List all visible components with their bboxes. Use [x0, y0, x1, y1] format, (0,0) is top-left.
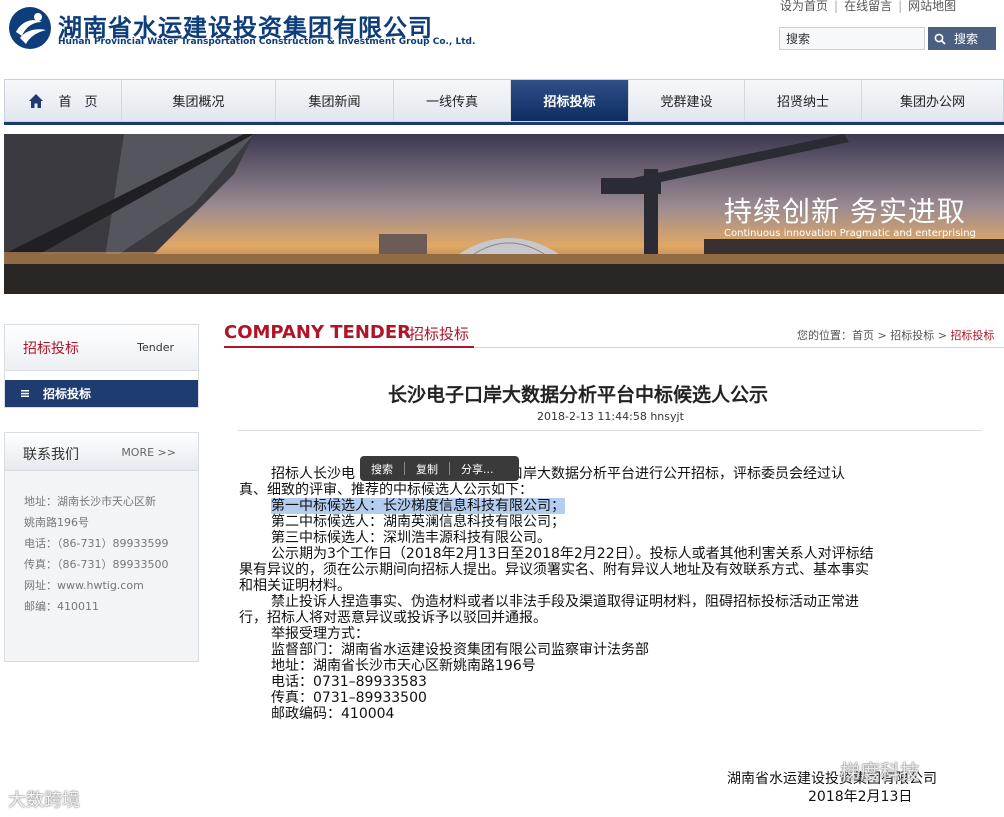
sidebar-contact-title: 联系我们: [23, 447, 79, 463]
breadcrumb-tender[interactable]: 招标投标: [890, 329, 934, 342]
sidebar-tender-box: 招标投标 Tender 招标投标: [4, 324, 199, 408]
body-text-part: 招标人长沙电: [271, 466, 355, 482]
popup-search-button[interactable]: 搜索: [360, 461, 404, 477]
popup-copy-button[interactable]: 复制: [405, 461, 449, 477]
article-divider: [238, 430, 982, 431]
nav-item-label: 集团概况: [172, 95, 225, 110]
nav-item-label: 首 页: [58, 95, 98, 110]
contact-line: 电话：（86-731）89933599: [24, 537, 169, 550]
contact-line: 传真：（86-731）89933500: [24, 558, 169, 571]
body-line: 禁止投诉人捏造事实、伪造材料或者以非法手段及渠道取得证明材料，阻碍招标投标活动正…: [271, 594, 859, 610]
body-line: 招标人长沙电 沙电子口岸大数据分析平台进行公开招标，评标委员会经过认: [239, 466, 969, 482]
sidebar-item-tender[interactable]: 招标投标: [5, 380, 198, 407]
search-input[interactable]: [779, 27, 925, 50]
link-divider: |: [898, 0, 903, 13]
search-button-label: 搜索: [954, 32, 979, 46]
body-line: 第一中标候选人：长沙梯度信息科技有限公司；: [239, 498, 969, 514]
article-meta: 2018-2-13 11:44:58 hnsyjt: [537, 410, 684, 423]
main-nav: 首 页 集团概况 集团新闻 一线传真 招标投标 党群建设 招贤纳士 集团办公网: [4, 79, 1004, 122]
nav-item-group-overview[interactable]: 集团概况: [122, 80, 276, 121]
nav-item-group-news[interactable]: 集团新闻: [276, 80, 394, 121]
hero-banner: 持续创新 务实进取 Continuous innovation Pragmati…: [4, 134, 1004, 294]
popup-share-button[interactable]: 分享...: [450, 461, 505, 477]
nav-item-label: 一线传真: [425, 95, 478, 110]
list-bullet-icon: [21, 390, 29, 397]
body-line: 电话：0731–89933583: [271, 674, 427, 690]
body-line: 和相关证明材料。: [239, 578, 351, 594]
nav-item-recruitment[interactable]: 招贤纳士: [745, 80, 862, 121]
sidebar-contact-box: 联系我们 MORE >> 地址：湖南长沙市天心区新 姚南路196号 电话：（86…: [4, 432, 199, 662]
banner-slogan-en: Continuous innovation Pragmatic and ente…: [724, 228, 976, 239]
contact-line: 地址：湖南长沙市天心区新: [24, 495, 156, 508]
nav-item-label: 招标投标: [543, 95, 596, 110]
banner-slogan: 持续创新 务实进取: [724, 195, 966, 228]
sitemap-link[interactable]: 网站地图: [908, 0, 956, 13]
sidebar-tender-header: 招标投标 Tender: [5, 325, 198, 371]
body-line: 邮政编码：410004: [271, 706, 395, 722]
set-homepage-link[interactable]: 设为首页: [780, 0, 828, 13]
body-line: 公示期为3个工作日（2018年2月13日至2018年2月22日）。投标人或者其他…: [271, 546, 874, 562]
nav-item-label: 集团新闻: [308, 95, 361, 110]
article-body: 招标人长沙电 沙电子口岸大数据分析平台进行公开招标，评标委员会经过认 真、细致的评…: [239, 466, 969, 722]
section-divider-accent: [224, 346, 474, 348]
online-message-link[interactable]: 在线留言: [844, 0, 892, 13]
section-title-en: COMPANY TENDER: [224, 322, 411, 343]
nav-item-party-building[interactable]: 党群建设: [629, 80, 745, 121]
search-icon: [934, 33, 946, 45]
nav-item-home[interactable]: 首 页: [5, 80, 122, 121]
top-links: 设为首页 | 在线留言 | 网站地图: [780, 0, 956, 14]
nav-item-office-net[interactable]: 集团办公网: [862, 80, 1003, 121]
contact-list: 地址：湖南长沙市天心区新 姚南路196号 电话：（86-731）89933599…: [24, 491, 189, 617]
nav-item-tender[interactable]: 招标投标: [511, 80, 629, 121]
breadcrumb-current: 招标投标: [950, 329, 995, 342]
breadcrumb-home[interactable]: 首页: [852, 329, 874, 342]
link-divider: |: [834, 0, 839, 13]
body-line: 果有异议的，须在公示期间向招标人提出。异议须署实名、附有异议人地址及有效联系方式…: [239, 562, 869, 578]
sidebar-tender-en: Tender: [137, 341, 174, 354]
body-line: 监督部门：湖南省水运建设投资集团有限公司监察审计法务部: [271, 642, 649, 658]
contact-line: 网址：www.hwtig.com: [24, 579, 144, 592]
nav-bottom-bar: [4, 122, 1004, 125]
body-line: 传真：0731–89933500: [271, 690, 427, 706]
nav-item-label: 集团办公网: [899, 95, 965, 110]
watermark-left: 大数跨境: [8, 790, 80, 811]
breadcrumb: 您的位置：首页 > 招标投标 > 招标投标: [797, 329, 995, 342]
nav-item-label: 党群建设: [660, 95, 713, 110]
contact-line: 姚南路196号: [24, 516, 89, 529]
search-button[interactable]: 搜索: [928, 27, 996, 50]
selected-text[interactable]: 第一中标候选人：长沙梯度信息科技有限公司；: [271, 498, 565, 514]
body-line: 真、细致的评审、推荐的中标候选人公示如下：: [239, 482, 533, 498]
sidebar-item-label: 招标投标: [43, 387, 92, 401]
home-icon: [29, 93, 44, 108]
body-line: 地址：湖南省长沙市天心区新姚南路196号: [271, 658, 536, 674]
body-text-part: 沙电子口岸大数据分析平台进行公开招标，评标委员会经过认: [467, 466, 845, 482]
sidebar-contact-header: 联系我们 MORE >>: [5, 433, 198, 471]
company-logo-icon[interactable]: [8, 6, 52, 50]
site-header: 湖南省水运建设投资集团有限公司 Hunan Provincial Water T…: [0, 0, 1004, 78]
watermark-right: 梯度科技: [840, 760, 920, 784]
sidebar-tender-title: 招标投标: [23, 341, 79, 357]
selection-context-menu: 搜索 复制 分享...: [360, 456, 519, 481]
breadcrumb-prefix: 您的位置：: [797, 329, 852, 342]
company-name-en: Hunan Provincial Water Transportation Co…: [58, 37, 476, 47]
article-title: 长沙电子口岸大数据分析平台中标候选人公示: [388, 384, 769, 406]
body-line: 第三中标候选人：深圳浩丰源科技有限公司。: [271, 530, 551, 546]
nav-item-label: 招贤纳士: [776, 95, 829, 110]
body-line: 第二中标候选人：湖南英澜信息科技有限公司；: [271, 514, 565, 530]
signature-date: 2018年2月13日: [808, 789, 913, 805]
body-line: 行，招标人将对恶意异议或投诉予以驳回并通报。: [239, 610, 547, 626]
contact-more-link[interactable]: MORE >>: [121, 446, 176, 459]
contact-line: 邮编：410011: [24, 600, 99, 613]
nav-item-frontline-fax[interactable]: 一线传真: [394, 80, 511, 121]
body-line: 举报受理方式：: [271, 626, 369, 642]
section-title-cn: 招标投标: [409, 325, 470, 343]
